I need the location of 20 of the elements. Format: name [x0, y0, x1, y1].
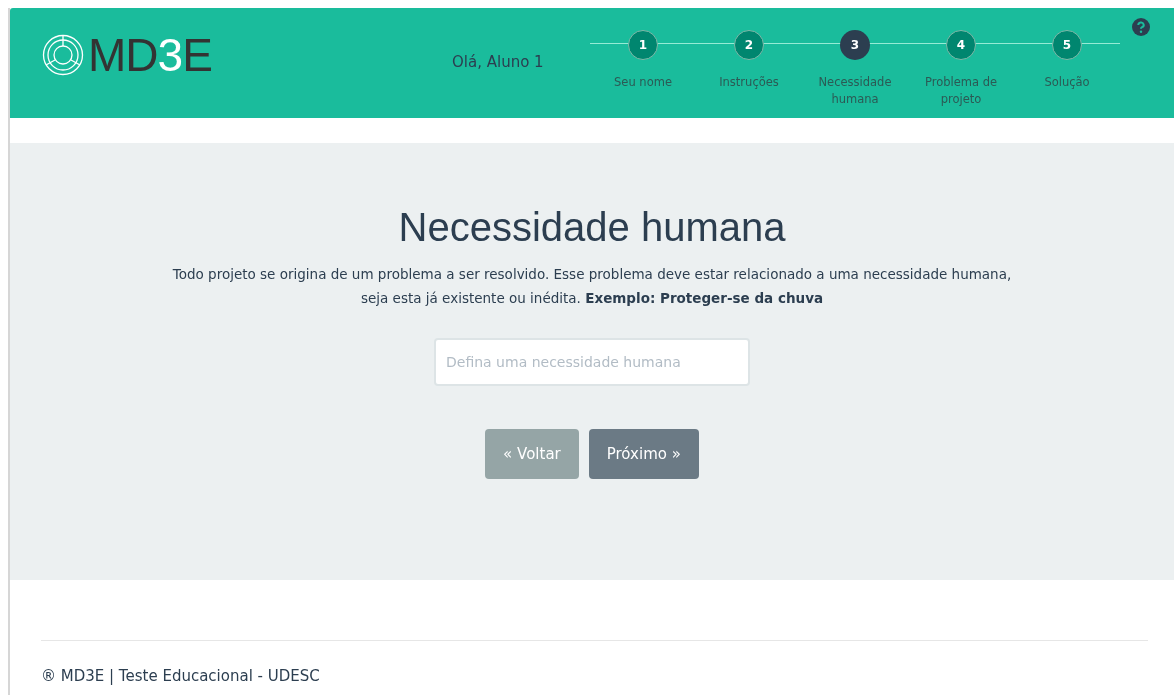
- description-text: Todo projeto se origina de um problema a ser resolvido. Esse problema deve estar relacionado a uma necessidade humana, seja esta já existente ou inédita. Exemplo: Proteger-se da chuva: [171, 265, 1013, 308]
- step-label: Problema de projeto: [923, 74, 999, 108]
- page-title: Necessidade humana: [398, 205, 786, 250]
- step-number[interactable]: 5: [1052, 30, 1082, 60]
- step-label: Seu nome: [613, 74, 673, 91]
- logo-icon: [42, 34, 84, 76]
- greeting-text: Olá, Aluno 1: [452, 53, 545, 71]
- step-number[interactable]: 2: [734, 30, 764, 60]
- input-field[interactable]: Defina uma necessidade humana: [434, 338, 750, 386]
- help-icon[interactable]: [1132, 18, 1150, 36]
- step-number[interactable]: 3: [840, 30, 870, 60]
- step-number[interactable]: 1: [628, 30, 658, 60]
- step-number[interactable]: 4: [946, 30, 976, 60]
- step-label: Necessidade humana: [817, 74, 893, 108]
- logo-wordmark: MD3E: [88, 28, 212, 82]
- back-button[interactable]: « Voltar: [485, 429, 579, 479]
- step-label: Instruções: [718, 74, 780, 91]
- step-label: Solução: [1043, 74, 1091, 91]
- footer-text: ® MD3E | Teste Educacional - UDESC: [41, 667, 321, 685]
- next-button[interactable]: Próximo »: [588, 429, 699, 479]
